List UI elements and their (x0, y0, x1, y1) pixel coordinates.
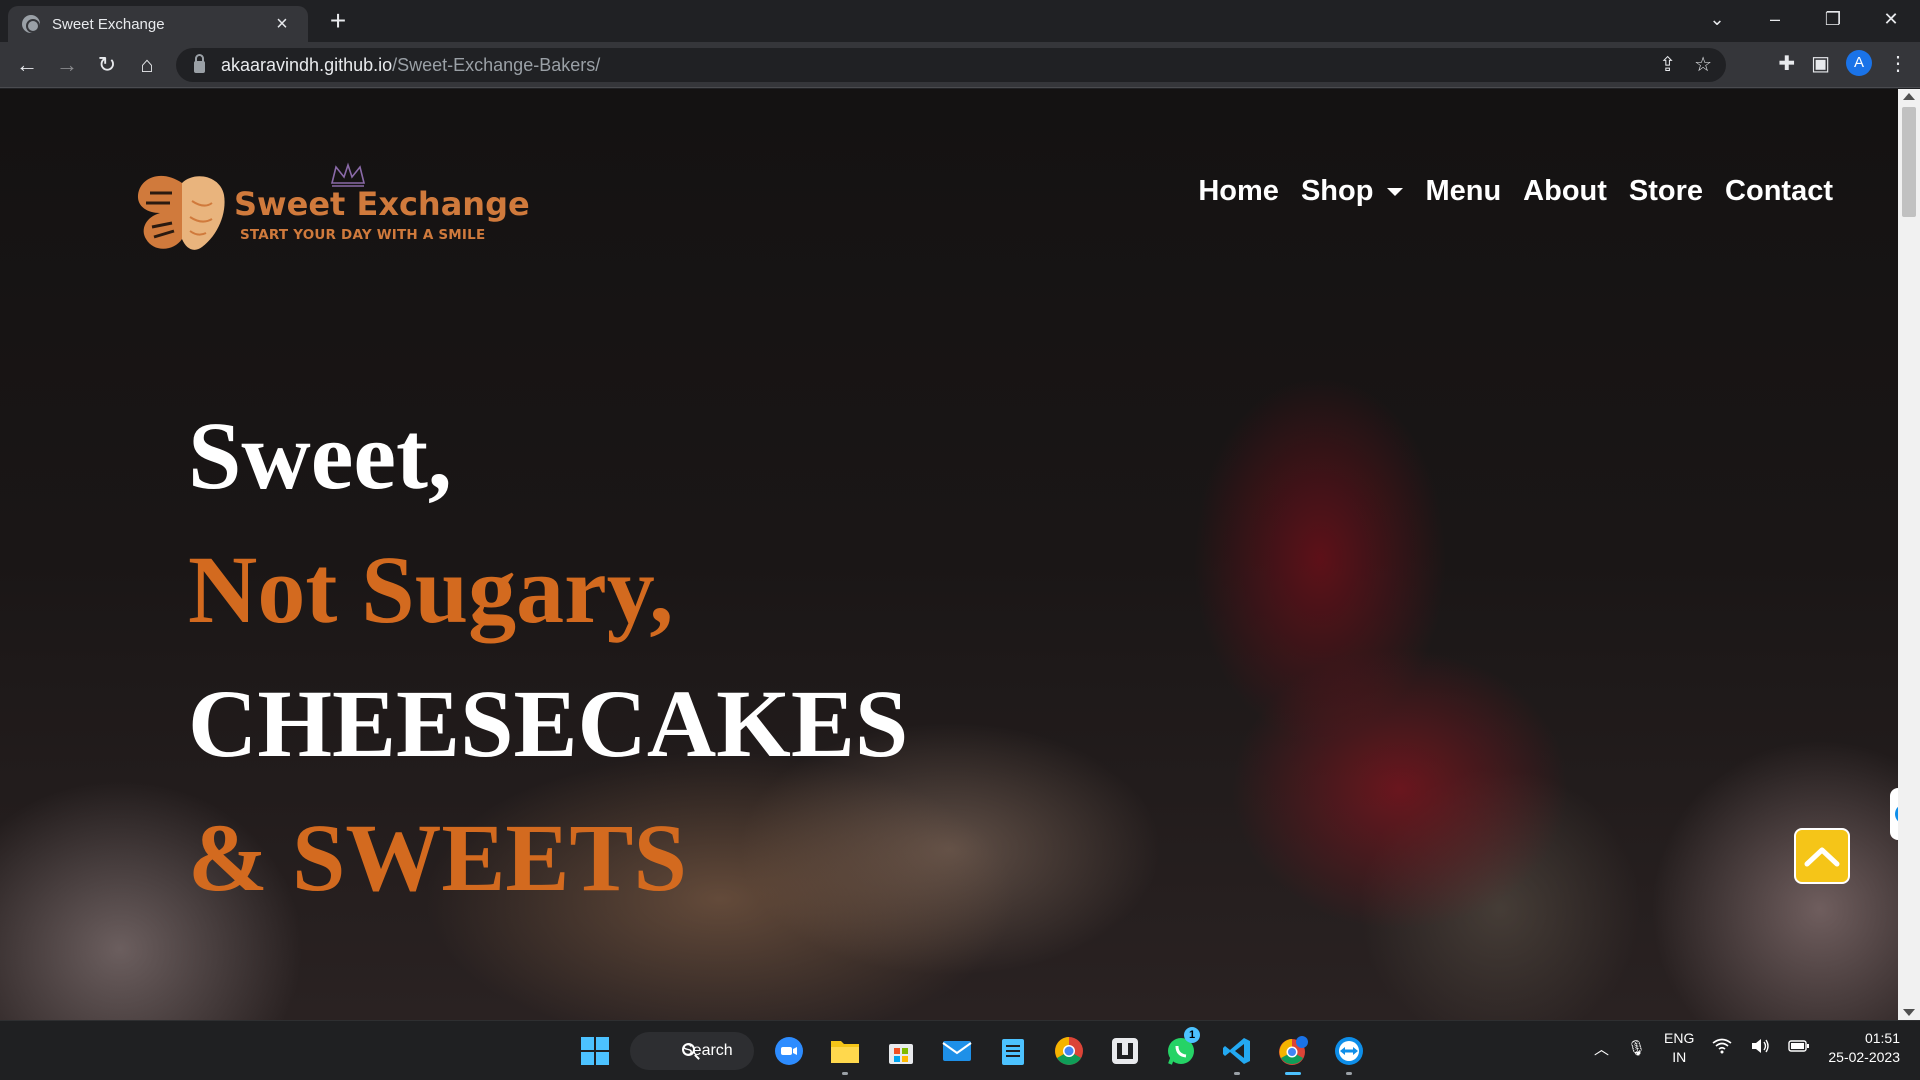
nav-about[interactable]: About (1523, 175, 1607, 208)
share-icon[interactable]: ⇪ (1659, 52, 1676, 77)
mail-icon[interactable] (936, 1031, 978, 1071)
hero-line-1: Sweet, (188, 402, 452, 509)
volume-icon[interactable] (1750, 1038, 1770, 1058)
scrollbar-thumb[interactable] (1902, 107, 1916, 217)
nav-shop[interactable]: Shop (1301, 175, 1404, 208)
address-bar[interactable]: akaaravindh.github.io/Sweet-Exchange-Bak… (176, 48, 1726, 82)
butterfly-logo-icon (137, 175, 225, 250)
system-tray: ︿ 🎙 ENG IN 01:51 25-02-2023 (1594, 1029, 1900, 1067)
url-path: /Sweet-Exchange-Bakers/ (392, 54, 601, 75)
back-to-top-button[interactable] (1794, 828, 1850, 884)
browser-tabstrip: Sweet Exchange × + ⌄ – ❐ ✕ (0, 0, 1920, 42)
close-tab-icon[interactable]: × (270, 13, 294, 36)
url-text: akaaravindh.github.io/Sweet-Exchange-Bak… (221, 55, 600, 76)
microphone-icon[interactable]: 🎙 (1627, 1039, 1646, 1057)
language-indicator[interactable]: ENG IN (1664, 1029, 1694, 1067)
page-scrollbar[interactable] (1898, 89, 1920, 1020)
new-tab-button[interactable]: + (322, 6, 354, 38)
close-window-button[interactable]: ✕ (1862, 0, 1920, 38)
hero-line-3: CHEESECAKES (188, 670, 909, 777)
tab-title: Sweet Exchange (52, 15, 165, 33)
window-controls: ⌄ – ❐ ✕ (1688, 0, 1920, 38)
chevron-up-tray-icon[interactable]: ︿ (1594, 1038, 1609, 1059)
language-line-1: ENG (1664, 1030, 1695, 1046)
home-button[interactable]: ⌂ (132, 50, 162, 80)
extensions-puzzle-icon[interactable]: ✚ (1778, 51, 1795, 76)
whatsapp-icon[interactable]: 1 (1160, 1027, 1202, 1071)
nav-contact[interactable]: Contact (1725, 175, 1833, 208)
toolbar-actions: ✚ ▣ A ⋮ (1778, 50, 1908, 76)
brand-tagline: START YOUR DAY WITH A SMILE (240, 227, 486, 243)
chrome-icon[interactable] (1048, 1031, 1090, 1071)
microsoft-store-icon[interactable] (880, 1031, 922, 1071)
browser-toolbar: ← → ↻ ⌂ akaaravindh.github.io/Sweet-Exch… (0, 42, 1920, 88)
file-explorer-icon[interactable] (824, 1031, 866, 1075)
hero-section: Sweet Exchange START YOUR DAY WITH A SMI… (0, 89, 1898, 1020)
caret-down-icon (1387, 188, 1404, 197)
scroll-up-arrow-icon[interactable] (1903, 93, 1915, 100)
search-icon (682, 1043, 695, 1056)
brand-name: Sweet Exchange (234, 185, 530, 223)
tab-search-icon[interactable]: ⌄ (1688, 0, 1746, 38)
lock-icon[interactable] (194, 54, 205, 73)
clock-date: 25-02-2023 (1828, 1049, 1900, 1065)
nav-home[interactable]: Home (1198, 175, 1279, 208)
side-panel-icon[interactable]: ▣ (1811, 51, 1830, 76)
vscode-icon[interactable] (1216, 1031, 1258, 1075)
clock-time: 01:51 (1864, 1030, 1900, 1046)
omnibox-actions: ⇪ ☆ (1659, 52, 1712, 77)
whatsapp-badge: 1 (1184, 1027, 1200, 1043)
battery-icon[interactable] (1788, 1039, 1810, 1057)
minimize-button[interactable]: – (1746, 0, 1804, 38)
bookmark-star-icon[interactable]: ☆ (1694, 52, 1712, 77)
clock[interactable]: 01:51 25-02-2023 (1828, 1029, 1900, 1067)
chevron-up-icon (1804, 847, 1840, 867)
taskbar-search[interactable]: Search (630, 1032, 754, 1070)
teamviewer-taskbar-icon[interactable] (1328, 1031, 1370, 1075)
profile-avatar[interactable]: A (1846, 50, 1872, 76)
forward-button[interactable]: → (52, 50, 82, 80)
notepad-icon[interactable] (992, 1031, 1034, 1071)
zoom-icon[interactable] (768, 1031, 810, 1071)
hero-line-4: & SWEETS (188, 804, 687, 911)
site-logo[interactable]: Sweet Exchange START YOUR DAY WITH A SMI… (132, 161, 530, 261)
globe-icon (22, 15, 40, 33)
nav-store[interactable]: Store (1629, 175, 1703, 208)
back-button[interactable]: ← (12, 50, 42, 80)
wifi-icon[interactable] (1712, 1038, 1732, 1058)
browser-tab[interactable]: Sweet Exchange × (8, 6, 308, 42)
reload-button[interactable]: ↻ (92, 50, 122, 80)
main-navigation: Home Shop Menu About Store Contact (1198, 175, 1833, 208)
nav-menu[interactable]: Menu (1425, 175, 1501, 208)
scroll-down-arrow-icon[interactable] (1903, 1009, 1915, 1016)
menu-kebab-icon[interactable]: ⋮ (1888, 51, 1908, 76)
hero-heading: Sweet, Not Sugary, CHEESECAKES & SWEETS (188, 389, 908, 925)
language-line-2: IN (1672, 1049, 1687, 1065)
url-host: akaaravindh.github.io (221, 54, 393, 75)
taskbar-pinned-apps: Search 1 (574, 1027, 1370, 1075)
restore-button[interactable]: ❐ (1804, 0, 1862, 38)
hero-line-2: Not Sugary, (188, 536, 674, 643)
windows-start-icon[interactable] (574, 1031, 616, 1071)
nav-shop-label: Shop (1300, 175, 1374, 207)
app-icon[interactable] (1104, 1031, 1146, 1071)
chrome-profile-icon[interactable] (1272, 1031, 1314, 1075)
windows-taskbar: Search 1 ︿ 🎙 ENG IN 01:51 25-02-2023 (0, 1020, 1920, 1080)
